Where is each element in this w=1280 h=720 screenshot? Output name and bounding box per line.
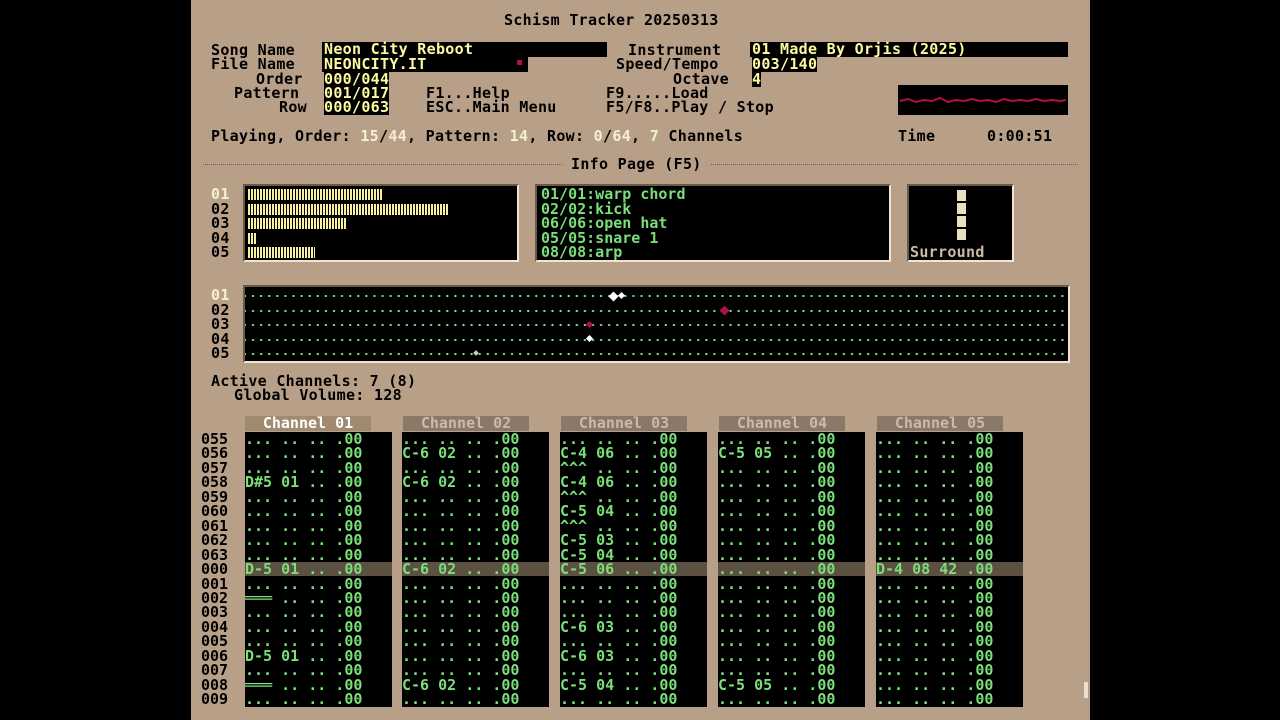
channel-scope-panel bbox=[243, 285, 1070, 363]
status-channels-sep: , bbox=[631, 127, 641, 145]
status-channels-count: 7 bbox=[649, 127, 660, 145]
status-pattern-label: , Pattern: bbox=[407, 127, 501, 145]
channel-header-01[interactable]: Channel 01 bbox=[245, 416, 371, 431]
row-label: Row bbox=[279, 98, 307, 116]
edge-marker bbox=[1084, 682, 1088, 698]
pattern-channel-04[interactable]: ... .. .. .00 C-5 05 .. .00... .. .. .00.… bbox=[718, 432, 865, 707]
status-row-current: 0 bbox=[593, 127, 604, 145]
status-row-total: 64 bbox=[612, 127, 632, 145]
pattern-channel-05[interactable]: ... .. .. .00... .. .. .00... .. .. .00.… bbox=[876, 432, 1023, 707]
surround-panel: Surround bbox=[907, 184, 1014, 262]
status-row-label: , Row: bbox=[528, 127, 585, 145]
channel-header-03[interactable]: Channel 03 bbox=[561, 416, 687, 431]
vu-channel-numbers: 01 02 03 04 05 bbox=[211, 187, 230, 260]
pattern-channel-01[interactable]: ... .. .. .00... .. .. .00... .. .. .00 D… bbox=[245, 432, 392, 707]
app-title: Schism Tracker 20250313 bbox=[504, 11, 719, 29]
pattern-cell[interactable]: ... .. .. .00 bbox=[560, 691, 707, 706]
pattern-cell[interactable]: ... .. .. .00 bbox=[876, 691, 1023, 706]
status-line: Playing, Order: 15/44, Pattern: 14, Row:… bbox=[211, 127, 744, 145]
channel-header-02[interactable]: Channel 02 bbox=[403, 416, 529, 431]
vu-bar-03 bbox=[248, 218, 347, 229]
global-volume-label: Global Volume: bbox=[234, 386, 365, 404]
vu-bar-04 bbox=[248, 233, 256, 244]
help-f5: F5/F8..Play / Stop bbox=[606, 98, 774, 116]
oscilloscope bbox=[898, 85, 1068, 115]
time-value: 0:00:51 bbox=[987, 127, 1053, 145]
scope-channel-numbers: 01 02 03 04 05 bbox=[211, 288, 230, 361]
row-number: 009 bbox=[201, 690, 229, 709]
vu-meter-panel bbox=[243, 184, 519, 262]
pattern-channel-02[interactable]: ... .. .. .00 C-6 02 .. .00... .. .. .00 C… bbox=[402, 432, 549, 707]
vu-bar-05 bbox=[248, 247, 315, 258]
vu-channel-number: 05 bbox=[211, 243, 230, 261]
time-label: Time bbox=[898, 127, 936, 145]
pattern-channel-03[interactable]: ... .. .. .00 C-4 06 .. .00 ^^^ .. .. .00 C… bbox=[560, 432, 707, 707]
pattern-cell[interactable]: ... .. .. .00 bbox=[245, 691, 392, 706]
row-field[interactable]: 000/063 bbox=[324, 100, 390, 115]
sample-item[interactable]: 08/08:arp bbox=[541, 245, 622, 260]
octave-label: Octave bbox=[673, 70, 729, 88]
octave-field[interactable]: 4 bbox=[752, 72, 762, 87]
info-page-title: Info Page (F5) bbox=[563, 157, 710, 172]
global-volume-value: 128 bbox=[373, 386, 402, 404]
surround-meter bbox=[957, 190, 966, 242]
file-modified-indicator bbox=[517, 60, 522, 65]
scope-row-05 bbox=[245, 347, 1068, 362]
tracker-screen: Schism Tracker 20250313 Song Name File N… bbox=[191, 0, 1090, 720]
pattern-cell[interactable]: ... .. .. .00 bbox=[402, 691, 549, 706]
sample-list-panel: 01/01:warp chord 02/02:kick 06/06:open h… bbox=[535, 184, 891, 262]
scope-row-01 bbox=[245, 289, 1068, 304]
help-esc: ESC..Main Menu bbox=[426, 98, 557, 116]
scope-row-04 bbox=[245, 333, 1068, 348]
global-volume-line: Global Volume: 128 bbox=[234, 388, 402, 403]
speed-field[interactable]: 003/140 bbox=[752, 57, 818, 72]
scope-row-02 bbox=[245, 304, 1068, 319]
oscilloscope-wave bbox=[899, 96, 1067, 104]
channel-header-05[interactable]: Channel 05 bbox=[877, 416, 1003, 431]
vu-bar-02 bbox=[248, 204, 449, 215]
status-order-total: 44 bbox=[388, 127, 407, 145]
status-pattern-current: 14 bbox=[509, 127, 529, 145]
channel-header-04[interactable]: Channel 04 bbox=[719, 416, 845, 431]
surround-label: Surround bbox=[910, 243, 985, 261]
pattern-cell[interactable]: ... .. .. .00 bbox=[718, 691, 865, 706]
status-playing-label: Playing, Order: bbox=[211, 127, 351, 145]
status-channels-label: Channels bbox=[668, 127, 744, 145]
status-order-current: 15 bbox=[360, 127, 379, 145]
vu-bar-01 bbox=[248, 189, 382, 200]
scope-row-03 bbox=[245, 318, 1068, 333]
scope-channel-number: 05 bbox=[211, 344, 230, 362]
